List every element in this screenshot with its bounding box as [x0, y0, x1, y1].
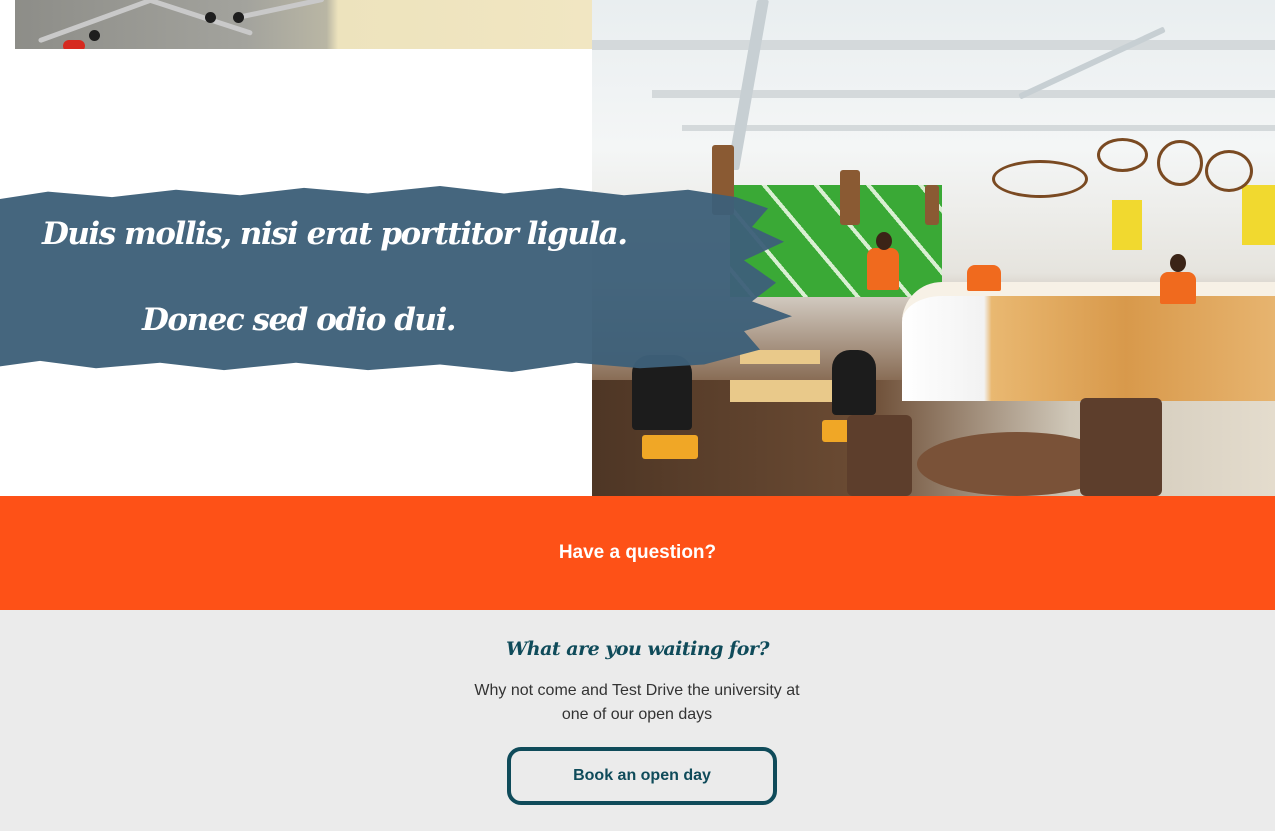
- banner-headline: Duis mollis, nisi erat porttitor ligula.: [42, 216, 628, 252]
- open-day-cta: What are you waiting for? Why not come a…: [0, 610, 1275, 831]
- question-link[interactable]: Have a question?: [559, 542, 716, 564]
- cta-description: Why not come and Test Drive the universi…: [474, 682, 800, 723]
- question-bar[interactable]: Have a question?: [0, 496, 1275, 610]
- classroom-photo: [15, 0, 592, 49]
- banner-subheadline: Donec sed odio dui.: [142, 302, 457, 338]
- book-open-day-button[interactable]: Book an open day: [507, 747, 777, 805]
- cta-heading: What are you waiting for?: [505, 638, 770, 660]
- hero-section: Duis mollis, nisi erat porttitor ligula.…: [0, 0, 1275, 496]
- brush-banner: [0, 186, 792, 372]
